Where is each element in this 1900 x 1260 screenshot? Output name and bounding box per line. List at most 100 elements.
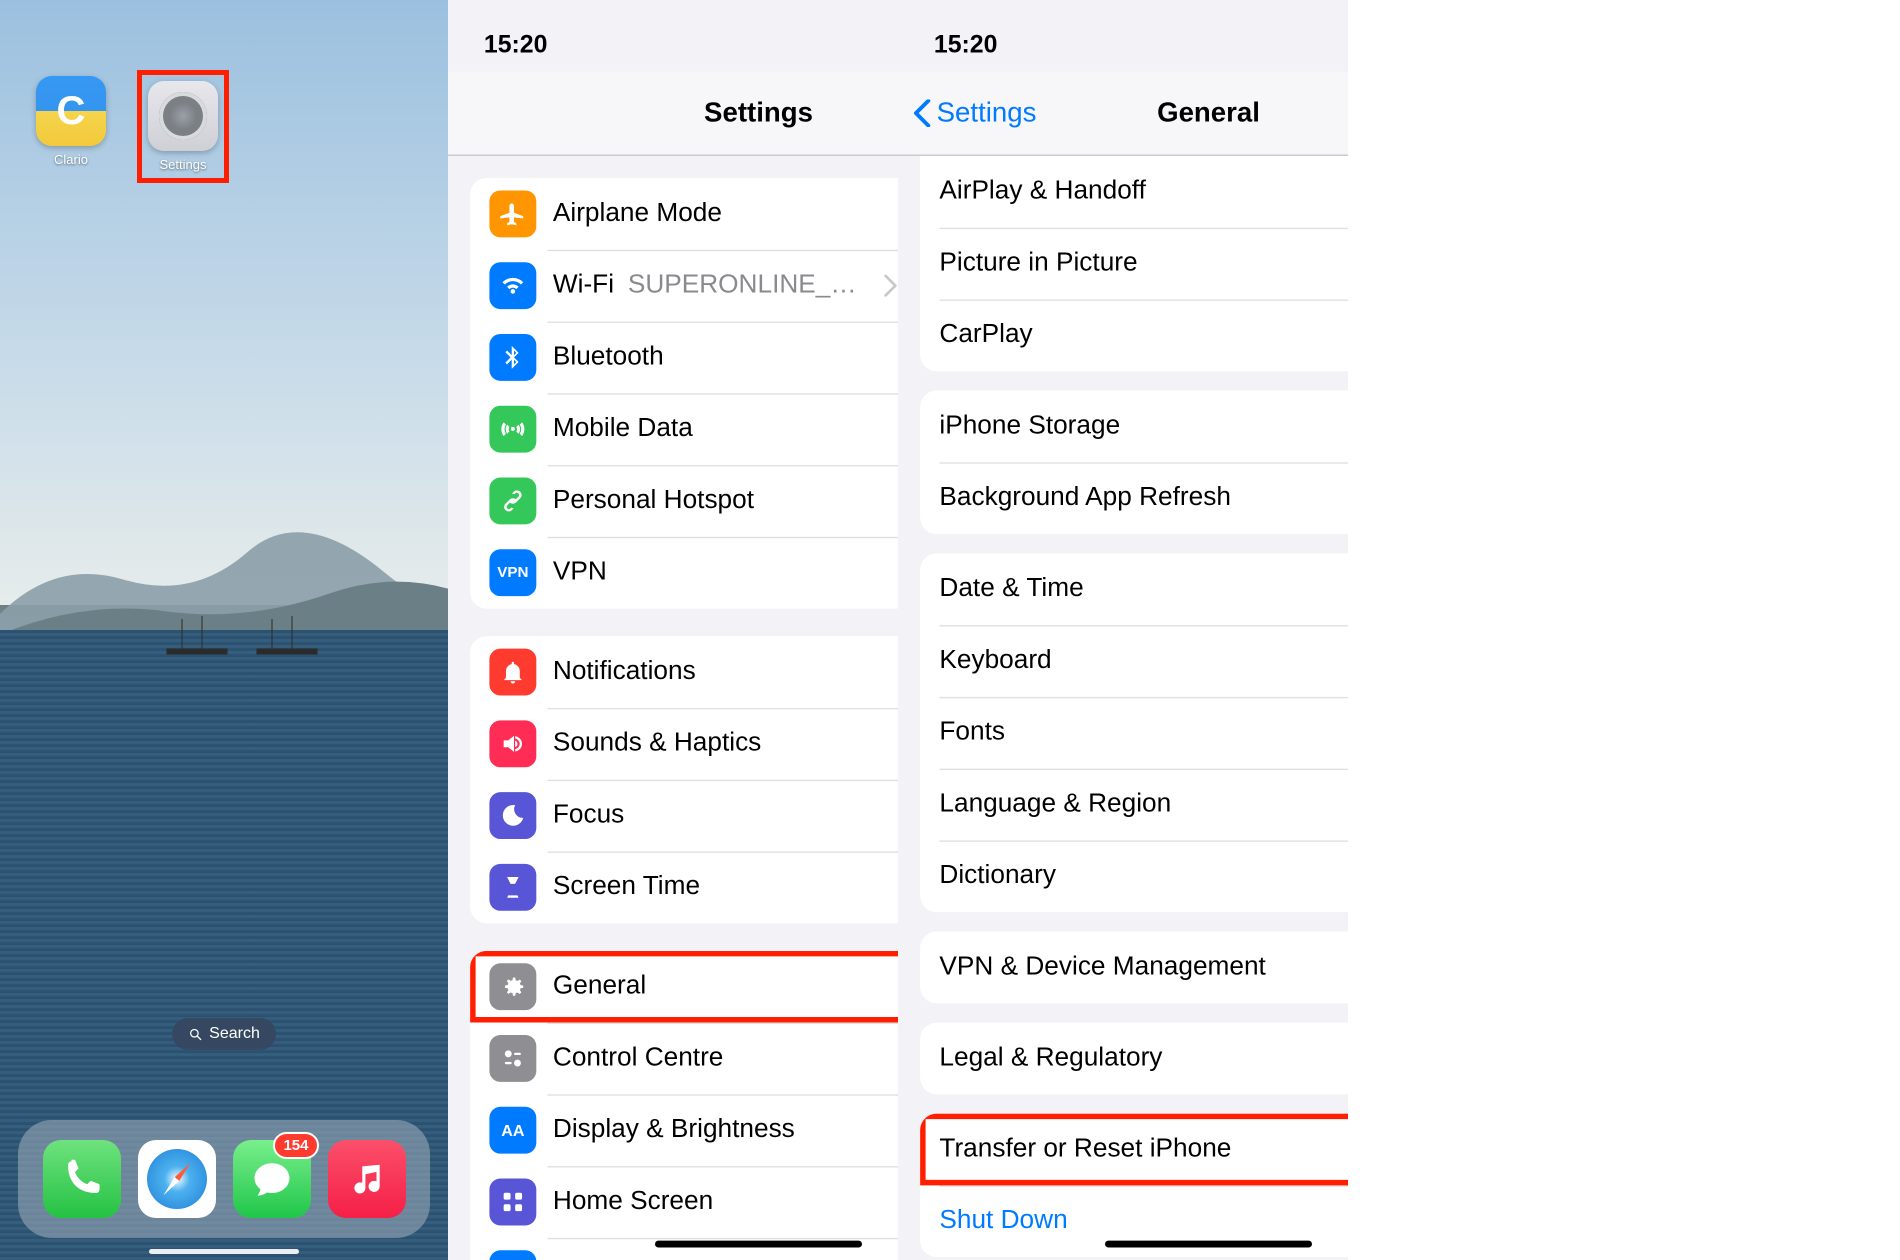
row-label: CarPlay: [939, 320, 1348, 350]
wifi-tile-icon: [489, 262, 536, 309]
clario-icon: C: [36, 76, 106, 146]
status-time: 15:20: [484, 30, 548, 59]
row-label: Mobile Data: [553, 414, 898, 444]
row-label: VPN & Device Management: [939, 952, 1348, 982]
row-label: Background App Refresh: [939, 483, 1348, 513]
row-display[interactable]: Display & Brightness: [470, 1094, 898, 1166]
row-home-screen[interactable]: Home Screen: [470, 1166, 898, 1238]
control-centre-icon: [489, 1035, 536, 1082]
row-label: Keyboard: [939, 646, 1348, 676]
search-label: Search: [209, 1025, 260, 1043]
dock-music[interactable]: [328, 1140, 406, 1218]
row-label: Notifications: [553, 657, 898, 687]
dock-phone[interactable]: [43, 1140, 121, 1218]
row-picture-in-picture[interactable]: Picture in Picture: [920, 228, 1348, 300]
row-label: Transfer or Reset iPhone: [939, 1134, 1348, 1164]
status-bar: 15:20: [448, 0, 898, 72]
row-notifications[interactable]: Notifications: [470, 636, 898, 708]
app-settings[interactable]: Settings: [138, 72, 228, 181]
home-indicator[interactable]: [149, 1249, 299, 1254]
settings-panel: 15:20 Settings Airplane Mode Wi-Fi SUPERO…: [448, 0, 898, 1260]
row-label: Wi-Fi: [553, 270, 614, 300]
display-icon: [489, 1107, 536, 1154]
row-general[interactable]: General: [470, 951, 898, 1023]
row-label: VPN: [553, 558, 898, 588]
row-airplane-mode[interactable]: Airplane Mode: [470, 178, 898, 250]
search-icon: [188, 1027, 203, 1042]
row-airplay-handoff[interactable]: AirPlay & Handoff: [920, 156, 1348, 228]
home-indicator[interactable]: [1105, 1241, 1312, 1248]
row-fonts[interactable]: Fonts: [920, 697, 1348, 769]
general-icon: [489, 963, 536, 1010]
row-label: Legal & Regulatory: [939, 1043, 1348, 1073]
messages-icon: [251, 1158, 293, 1200]
page-title: General: [1157, 97, 1260, 129]
home-indicator[interactable]: [655, 1241, 862, 1248]
notifications-icon: [489, 649, 536, 696]
boats: [157, 611, 327, 661]
dock: 154: [18, 1120, 430, 1238]
row-value: SUPERONLINE_WiFi_5G_6...: [628, 270, 876, 300]
row-label: Focus: [553, 800, 898, 830]
row-language-region[interactable]: Language & Region: [920, 769, 1348, 841]
app-label: Clario: [54, 152, 88, 167]
accessibility-icon: [489, 1250, 536, 1260]
row-label: AirPlay & Handoff: [939, 177, 1348, 207]
row-mobile-data[interactable]: Mobile Data: [470, 393, 898, 465]
phone-icon: [61, 1158, 103, 1200]
row-keyboard[interactable]: Keyboard: [920, 625, 1348, 697]
row-control-centre[interactable]: Control Centre: [470, 1023, 898, 1095]
navbar: Settings: [448, 72, 898, 156]
row-label: Dictionary: [939, 861, 1348, 891]
row-carplay[interactable]: CarPlay: [920, 299, 1348, 371]
row-label: Sounds & Haptics: [553, 729, 898, 759]
safari-icon: [147, 1149, 207, 1209]
screentime-icon: [489, 864, 536, 911]
row-screen-time[interactable]: Screen Time: [470, 851, 898, 923]
row-label: Picture in Picture: [939, 248, 1348, 278]
sounds-icon: [489, 720, 536, 767]
chevron-right-icon: [885, 275, 898, 297]
row-label: Control Centre: [553, 1043, 898, 1073]
mobile-data-icon: [489, 406, 536, 453]
row-dictionary[interactable]: Dictionary: [920, 840, 1348, 912]
vpn-icon: VPN: [489, 549, 536, 596]
status-bar: 15:20: [898, 0, 1348, 72]
page-title: Settings: [704, 97, 813, 129]
bluetooth-icon: [489, 334, 536, 381]
row-label: Personal Hotspot: [553, 486, 898, 516]
row-wifi[interactable]: Wi-Fi SUPERONLINE_WiFi_5G_6...: [470, 250, 898, 322]
row-label: Shut Down: [939, 1206, 1348, 1236]
row-date-time[interactable]: Date & Time: [920, 553, 1348, 625]
row-transfer-reset[interactable]: Transfer or Reset iPhone: [920, 1114, 1348, 1186]
row-legal[interactable]: Legal & Regulatory: [920, 1023, 1348, 1095]
hotspot-icon: [489, 477, 536, 524]
row-background-refresh[interactable]: Background App Refresh: [920, 462, 1348, 534]
homescreen-panel: 15:04 C Clario Settings: [0, 0, 448, 1260]
homescreen-icon: [489, 1179, 536, 1226]
row-vpn[interactable]: VPN VPN: [470, 537, 898, 609]
璋row-sounds[interactable]: Sounds & Haptics: [470, 708, 898, 780]
focus-icon: [489, 792, 536, 839]
row-label: iPhone Storage: [939, 411, 1348, 441]
settings-icon: [148, 81, 218, 151]
back-button[interactable]: Settings: [912, 97, 1037, 129]
spotlight-search[interactable]: Search: [172, 1018, 276, 1050]
app-label: Settings: [148, 157, 218, 172]
music-icon: [348, 1160, 386, 1198]
row-label: Fonts: [939, 718, 1348, 748]
chevron-left-icon: [912, 99, 931, 127]
row-focus[interactable]: Focus: [470, 780, 898, 852]
row-vpn-device-mgmt[interactable]: VPN & Device Management: [920, 932, 1348, 1004]
row-personal-hotspot[interactable]: Personal Hotspot: [470, 465, 898, 537]
row-label: Airplane Mode: [553, 199, 898, 229]
general-panel: 15:20 Settings General AirPlay & Handoff…: [898, 0, 1348, 1260]
dock-safari[interactable]: [138, 1140, 216, 1218]
dock-messages[interactable]: 154: [233, 1140, 311, 1218]
row-iphone-storage[interactable]: iPhone Storage: [920, 391, 1348, 463]
row-label: General: [553, 972, 898, 1002]
app-clario[interactable]: C Clario: [30, 76, 112, 177]
row-label: Bluetooth: [553, 342, 898, 372]
airplane-icon: [489, 190, 536, 237]
row-bluetooth[interactable]: BluetoothOn: [470, 322, 898, 394]
